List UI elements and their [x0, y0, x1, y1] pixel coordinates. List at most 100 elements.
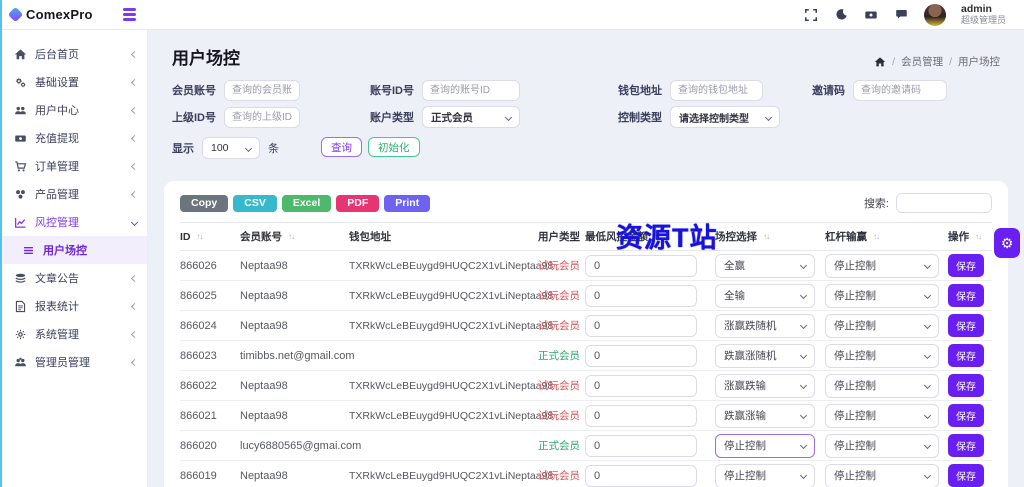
display-count-select[interactable]: 100: [202, 137, 260, 159]
leverage-select[interactable]: 停止控制: [825, 283, 939, 308]
save-button[interactable]: 保存: [948, 254, 984, 277]
risk-amount-input[interactable]: [585, 344, 697, 367]
parent-id-input[interactable]: [224, 106, 300, 128]
sidebar-item-文章公告[interactable]: 文章公告: [0, 264, 147, 292]
leverage-select[interactable]: 停止控制: [825, 403, 939, 428]
wallet-address-input[interactable]: [670, 79, 763, 101]
export-csv-button[interactable]: CSV: [233, 194, 277, 212]
field-control-select[interactable]: 全赢: [715, 253, 815, 278]
save-button[interactable]: 保存: [948, 284, 984, 307]
breadcrumb-parent[interactable]: 会员管理: [901, 54, 943, 69]
invite-code-input[interactable]: [853, 79, 947, 101]
sidebar-item-管理员管理[interactable]: 管理员管理: [0, 348, 147, 376]
account-type-select[interactable]: 正式会员: [422, 106, 520, 128]
field-control-select[interactable]: 全输: [715, 283, 815, 308]
banknote-icon[interactable]: [864, 7, 879, 22]
sidebar-item-产品管理[interactable]: 产品管理: [0, 180, 147, 208]
field-control-select[interactable]: 跌赢涨输: [715, 403, 815, 428]
select-value: 停止控制: [834, 350, 876, 362]
hamburger-menu-icon[interactable]: [123, 8, 136, 21]
table-search-input[interactable]: [896, 193, 992, 213]
select-value: 停止控制: [834, 320, 876, 332]
field-label: 上级ID号: [172, 112, 216, 124]
column-header[interactable]: 杠杆输赢 ↑↓: [825, 229, 948, 244]
sidebar-item-报表统计[interactable]: 报表统计: [0, 292, 147, 320]
cell-field-control: 全输: [715, 283, 825, 308]
column-label: 会员账号: [240, 231, 282, 243]
export-print-button[interactable]: Print: [384, 194, 431, 212]
cell-field-control: 停止控制: [715, 433, 825, 458]
select-value: 停止控制: [834, 440, 876, 452]
save-button[interactable]: 保存: [948, 404, 984, 427]
sidebar-item-风控管理[interactable]: 风控管理: [0, 208, 147, 236]
fullscreen-icon[interactable]: [804, 7, 819, 22]
risk-amount-input[interactable]: [585, 314, 697, 337]
column-header[interactable]: 最低风控金额 ↑↓: [585, 229, 715, 244]
column-header[interactable]: ID ↑↓: [180, 231, 240, 243]
user-info[interactable]: admin 超级管理员: [961, 3, 1010, 25]
field-control-select[interactable]: 涨赢跌随机: [715, 313, 815, 338]
user-avatar[interactable]: [923, 3, 946, 26]
save-button[interactable]: 保存: [948, 464, 984, 487]
leverage-select[interactable]: 停止控制: [825, 373, 939, 398]
cell-risk-amount: [585, 254, 715, 277]
sort-icon: ↑↓: [654, 232, 661, 241]
sidebar-item-用户中心[interactable]: 用户中心: [0, 96, 147, 124]
chevron-left-icon: [130, 50, 139, 58]
sort-icon: ↑↓: [873, 232, 880, 241]
column-header[interactable]: 操作 ↑↓: [948, 229, 992, 244]
select-value: 停止控制: [834, 260, 876, 272]
chat-icon[interactable]: [894, 7, 909, 22]
sidebar-item-基础设置[interactable]: 基础设置: [0, 68, 147, 96]
cell-field-control: 全赢: [715, 253, 825, 278]
save-button[interactable]: 保存: [948, 374, 984, 397]
display-count-field: 显示 100 条: [172, 137, 279, 159]
risk-amount-input[interactable]: [585, 254, 697, 277]
export-pdf-button[interactable]: PDF: [336, 194, 380, 212]
member-account-input[interactable]: [224, 79, 300, 101]
column-header[interactable]: 会员账号 ↑↓: [240, 229, 349, 244]
cell-wallet-address: TXRkWcLeBEuygd9HUQC2X1vLiNeptaa98: [349, 259, 554, 272]
cell-wallet-address: TXRkWcLeBEuygd9HUQC2X1vLiNeptaa98: [349, 379, 554, 392]
cell-action: 保存: [948, 344, 992, 367]
moon-icon[interactable]: [834, 7, 849, 22]
cell-risk-amount: [585, 284, 715, 307]
leverage-select[interactable]: 停止控制: [825, 433, 939, 458]
control-type-select[interactable]: 请选择控制类型: [670, 106, 780, 128]
save-button[interactable]: 保存: [948, 344, 984, 367]
chevron-down-icon: [799, 411, 808, 420]
save-button[interactable]: 保存: [948, 434, 984, 457]
column-header[interactable]: 场控选择 ↑↓: [715, 229, 825, 244]
risk-amount-input[interactable]: [585, 284, 697, 307]
table-card: Copy CSV Excel PDF Print 搜索: ID ↑↓ 会员账号 ↑↓ 钱包地址 用…: [164, 181, 1008, 487]
leverage-select[interactable]: 停止控制: [825, 463, 939, 487]
risk-amount-input[interactable]: [585, 374, 697, 397]
sidebar-item-充值提现[interactable]: 充值提现: [0, 124, 147, 152]
risk-amount-input[interactable]: [585, 464, 697, 487]
settings-gear-button[interactable]: ⚙: [994, 228, 1020, 258]
export-excel-button[interactable]: Excel: [281, 194, 332, 212]
field-control-select[interactable]: 停止控制: [715, 433, 815, 458]
risk-amount-input[interactable]: [585, 434, 697, 457]
field-control-select[interactable]: 涨赢跌输: [715, 373, 815, 398]
home-icon[interactable]: [874, 56, 886, 68]
leverage-select[interactable]: 停止控制: [825, 343, 939, 368]
sidebar-item-订单管理[interactable]: 订单管理: [0, 152, 147, 180]
sidebar-item-后台首页[interactable]: 后台首页: [0, 40, 147, 68]
cell-risk-amount: [585, 374, 715, 397]
sidebar-item-系统管理[interactable]: 系统管理: [0, 320, 147, 348]
account-id-input[interactable]: [422, 79, 520, 101]
field-control-select[interactable]: 跌赢涨随机: [715, 343, 815, 368]
leverage-select[interactable]: 停止控制: [825, 313, 939, 338]
export-copy-button[interactable]: Copy: [180, 194, 229, 212]
query-button[interactable]: 查询: [321, 137, 362, 157]
table-row: 866020 lucy6880565@gmai.com 正式会员 停止控制 停止控制 保存: [180, 431, 992, 461]
risk-amount-input[interactable]: [585, 404, 697, 427]
init-button[interactable]: 初始化: [368, 137, 420, 157]
leverage-select[interactable]: 停止控制: [825, 253, 939, 278]
table-row: 866024 Neptaa98 TXRkWcLeBEuygd9HUQC2X1vLiN…: [180, 311, 992, 341]
field-control-select[interactable]: 停止控制: [715, 463, 815, 487]
sidebar-item-用户场控[interactable]: 用户场控: [0, 236, 147, 264]
save-button[interactable]: 保存: [948, 314, 984, 337]
topbar-brand-area: ComexPro: [0, 0, 148, 29]
